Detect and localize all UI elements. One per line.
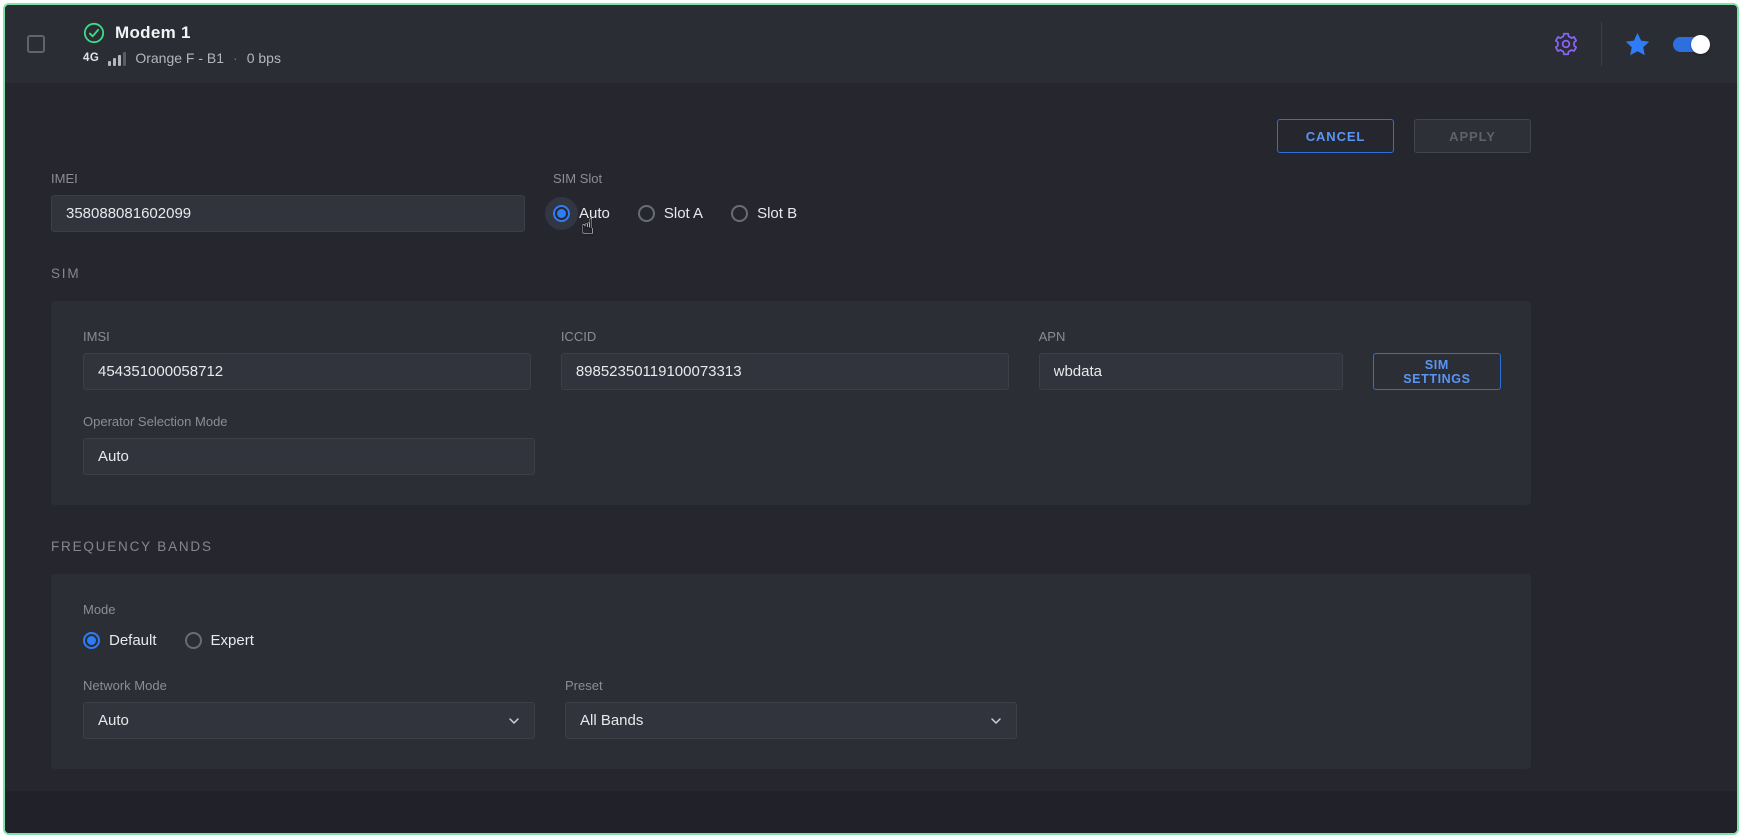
modem-identity: Modem 1 4G Orange F - B1 · 0 bps xyxy=(83,22,281,66)
preset-select[interactable]: All Bands xyxy=(565,702,1017,739)
radio-icon xyxy=(731,205,748,222)
gear-icon xyxy=(1553,31,1579,57)
radio-label: Slot B xyxy=(757,205,797,222)
imei-input[interactable] xyxy=(51,195,525,232)
radio-label: Slot A xyxy=(664,205,703,222)
radio-label: Auto xyxy=(579,205,610,222)
star-icon xyxy=(1624,31,1651,58)
preset-label: Preset xyxy=(565,678,1017,693)
apn-input[interactable] xyxy=(1039,353,1343,390)
network-mode-value: Auto xyxy=(98,712,129,729)
sim-settings-button[interactable]: SIM SETTINGS xyxy=(1373,353,1501,390)
header-divider xyxy=(1601,22,1602,66)
modem-enable-toggle[interactable] xyxy=(1673,37,1709,52)
sim-slot-radio-group: Auto Slot A Slot B xyxy=(553,195,797,232)
operator-selection-mode-label: Operator Selection Mode xyxy=(83,414,535,429)
preset-value: All Bands xyxy=(580,712,643,729)
modem-select-checkbox[interactable] xyxy=(27,35,45,53)
radio-icon xyxy=(553,205,570,222)
chevron-down-icon xyxy=(988,713,1004,729)
favorite-button[interactable] xyxy=(1624,31,1651,58)
modem-settings-button[interactable] xyxy=(1553,31,1579,57)
modem-title: Modem 1 xyxy=(115,23,191,43)
radio-icon xyxy=(83,632,100,649)
cancel-button[interactable]: CANCEL xyxy=(1277,119,1394,153)
network-mode-select[interactable]: Auto xyxy=(83,702,535,739)
separator-dot: · xyxy=(233,50,238,66)
sim-slot-option-slot-b[interactable]: Slot B xyxy=(731,205,797,222)
carrier-label: Orange F - B1 xyxy=(135,50,224,66)
iccid-label: ICCID xyxy=(561,329,1009,344)
frequency-bands-card: Mode Default Expert Network xyxy=(51,574,1531,769)
toggle-knob xyxy=(1691,35,1710,54)
panel-footer xyxy=(5,791,1737,833)
mode-option-expert[interactable]: Expert xyxy=(185,632,254,649)
radio-label: Expert xyxy=(211,632,254,649)
network-tech-label: 4G xyxy=(83,52,99,64)
check-circle-icon xyxy=(83,22,105,44)
apply-button[interactable]: APPLY xyxy=(1414,119,1531,153)
radio-icon xyxy=(638,205,655,222)
bitrate-label: 0 bps xyxy=(247,50,281,66)
network-mode-label: Network Mode xyxy=(83,678,535,693)
modem-settings-form: CANCEL APPLY IMEI SIM Slot Auto xyxy=(5,83,1737,791)
operator-selection-mode-input[interactable] xyxy=(83,438,535,475)
mode-radio-group: Default Expert xyxy=(83,626,1501,654)
frequency-bands-heading: FREQUENCY BANDS xyxy=(51,539,1531,554)
iccid-input[interactable] xyxy=(561,353,1009,390)
radio-icon xyxy=(185,632,202,649)
chevron-down-icon xyxy=(506,713,522,729)
imsi-label: IMSI xyxy=(83,329,531,344)
sim-slot-option-slot-a[interactable]: Slot A xyxy=(638,205,703,222)
imei-label: IMEI xyxy=(51,171,525,186)
modem-panel: Modem 1 4G Orange F - B1 · 0 bps xyxy=(3,3,1739,835)
mode-label: Mode xyxy=(83,602,1501,617)
signal-bars-icon xyxy=(108,51,126,66)
apn-label: APN xyxy=(1039,329,1343,344)
mode-option-default[interactable]: Default xyxy=(83,632,157,649)
imsi-input[interactable] xyxy=(83,353,531,390)
sim-section-heading: SIM xyxy=(51,266,1531,281)
modem-header: Modem 1 4G Orange F - B1 · 0 bps xyxy=(5,5,1737,83)
sim-card: IMSI ICCID APN SIM SETTINGS xyxy=(51,301,1531,505)
sim-slot-option-auto[interactable]: Auto xyxy=(553,205,610,222)
sim-slot-label: SIM Slot xyxy=(553,171,797,186)
radio-label: Default xyxy=(109,632,157,649)
